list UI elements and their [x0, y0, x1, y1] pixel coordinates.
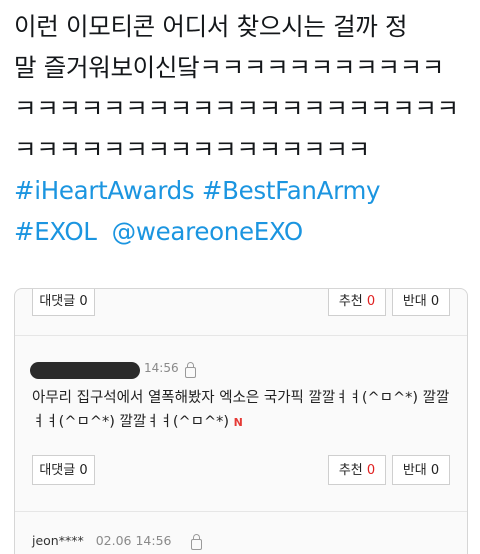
tweet-line: ㅋㅋㅋㅋㅋㅋㅋㅋㅋㅋㅋㅋㅋㅋㅋㅋㅋㅋㅋㅋ — [14, 94, 459, 123]
downvote-button[interactable]: 반대 0 — [392, 289, 450, 316]
tweet-line: 이런 이모티콘 어디서 찾으시는 걸까 정 — [14, 12, 408, 41]
comment-text: 아무리 집구석에서 열폭해봤자 엑소은 국가픽 깔깔ㅕㅕ(^ㅁ^*) 깔깔ㅕㅕ(… — [32, 390, 450, 430]
lock-icon — [191, 534, 202, 550]
upvote-button[interactable]: 추천 0 — [328, 455, 386, 485]
tweet-text: 이런 이모티콘 어디서 찾으시는 걸까 정 말 즐거워보이신닼ㅋㅋㅋㅋㅋㅋㅋㅋㅋ… — [14, 6, 470, 252]
new-badge: N — [233, 416, 243, 429]
upvote-button[interactable]: 추천 0 — [328, 289, 386, 316]
divider — [15, 335, 467, 336]
comment-time: 14:56 — [144, 361, 179, 375]
redacted-username — [30, 362, 140, 379]
tweet-line: 말 즐거워보이신닼ㅋㅋㅋㅋㅋㅋㅋㅋㅋㅋㅋ — [14, 53, 445, 82]
hashtag-link[interactable]: #EXOL — [14, 217, 97, 246]
divider — [15, 511, 467, 512]
next-comment-header: jeon**** 02.06 14:56 — [32, 533, 172, 548]
reply-button[interactable]: 대댓글 0 — [32, 455, 95, 485]
hashtag-link[interactable]: #iHeartAwards #BestFanArmy — [14, 170, 470, 211]
reply-button[interactable]: 대댓글 0 — [32, 289, 95, 316]
comment-time: 02.06 14:56 — [95, 533, 172, 548]
lock-icon — [185, 362, 196, 378]
mention-link[interactable]: @weareoneEXO — [112, 217, 304, 246]
tweet-line: ㅋㅋㅋㅋㅋㅋㅋㅋㅋㅋㅋㅋㅋㅋㅋㅋ — [14, 135, 370, 164]
embedded-comments-screenshot: 대댓글 0 추천 0 반대 0 14:56 아무리 집구석에서 열폭해봤자 엑소… — [14, 288, 468, 554]
comment-username: jeon**** — [32, 533, 84, 548]
downvote-button[interactable]: 반대 0 — [392, 455, 450, 485]
